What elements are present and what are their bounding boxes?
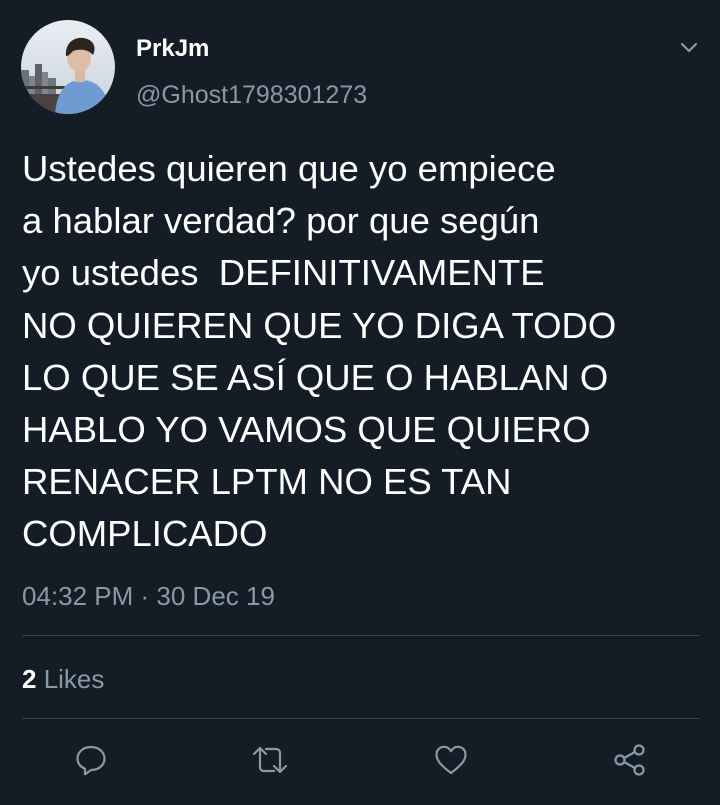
user-handle[interactable]: @Ghost1798301273 — [136, 80, 367, 110]
likes-number: 2 — [22, 664, 37, 694]
tweet-actions — [0, 730, 720, 790]
likes-label: Likes — [36, 664, 105, 694]
reply-icon[interactable] — [71, 740, 111, 780]
share-icon[interactable] — [610, 740, 650, 780]
display-name[interactable]: PrkJm — [136, 34, 209, 64]
heart-icon[interactable] — [431, 740, 471, 780]
divider — [22, 718, 700, 719]
likes-count[interactable]: 2 Likes — [22, 661, 104, 697]
avatar-image — [21, 20, 115, 114]
tweet-header: PrkJm @Ghost1798301273 — [0, 0, 720, 130]
avatar[interactable] — [21, 20, 115, 114]
divider — [22, 635, 700, 636]
chevron-down-icon[interactable] — [676, 34, 702, 60]
tweet-text: Ustedes quieren que yo empiece a hablar … — [22, 148, 617, 555]
retweet-icon[interactable] — [250, 740, 290, 780]
tweet-timestamp: 04:32 PM · 30 Dec 19 — [22, 581, 275, 611]
